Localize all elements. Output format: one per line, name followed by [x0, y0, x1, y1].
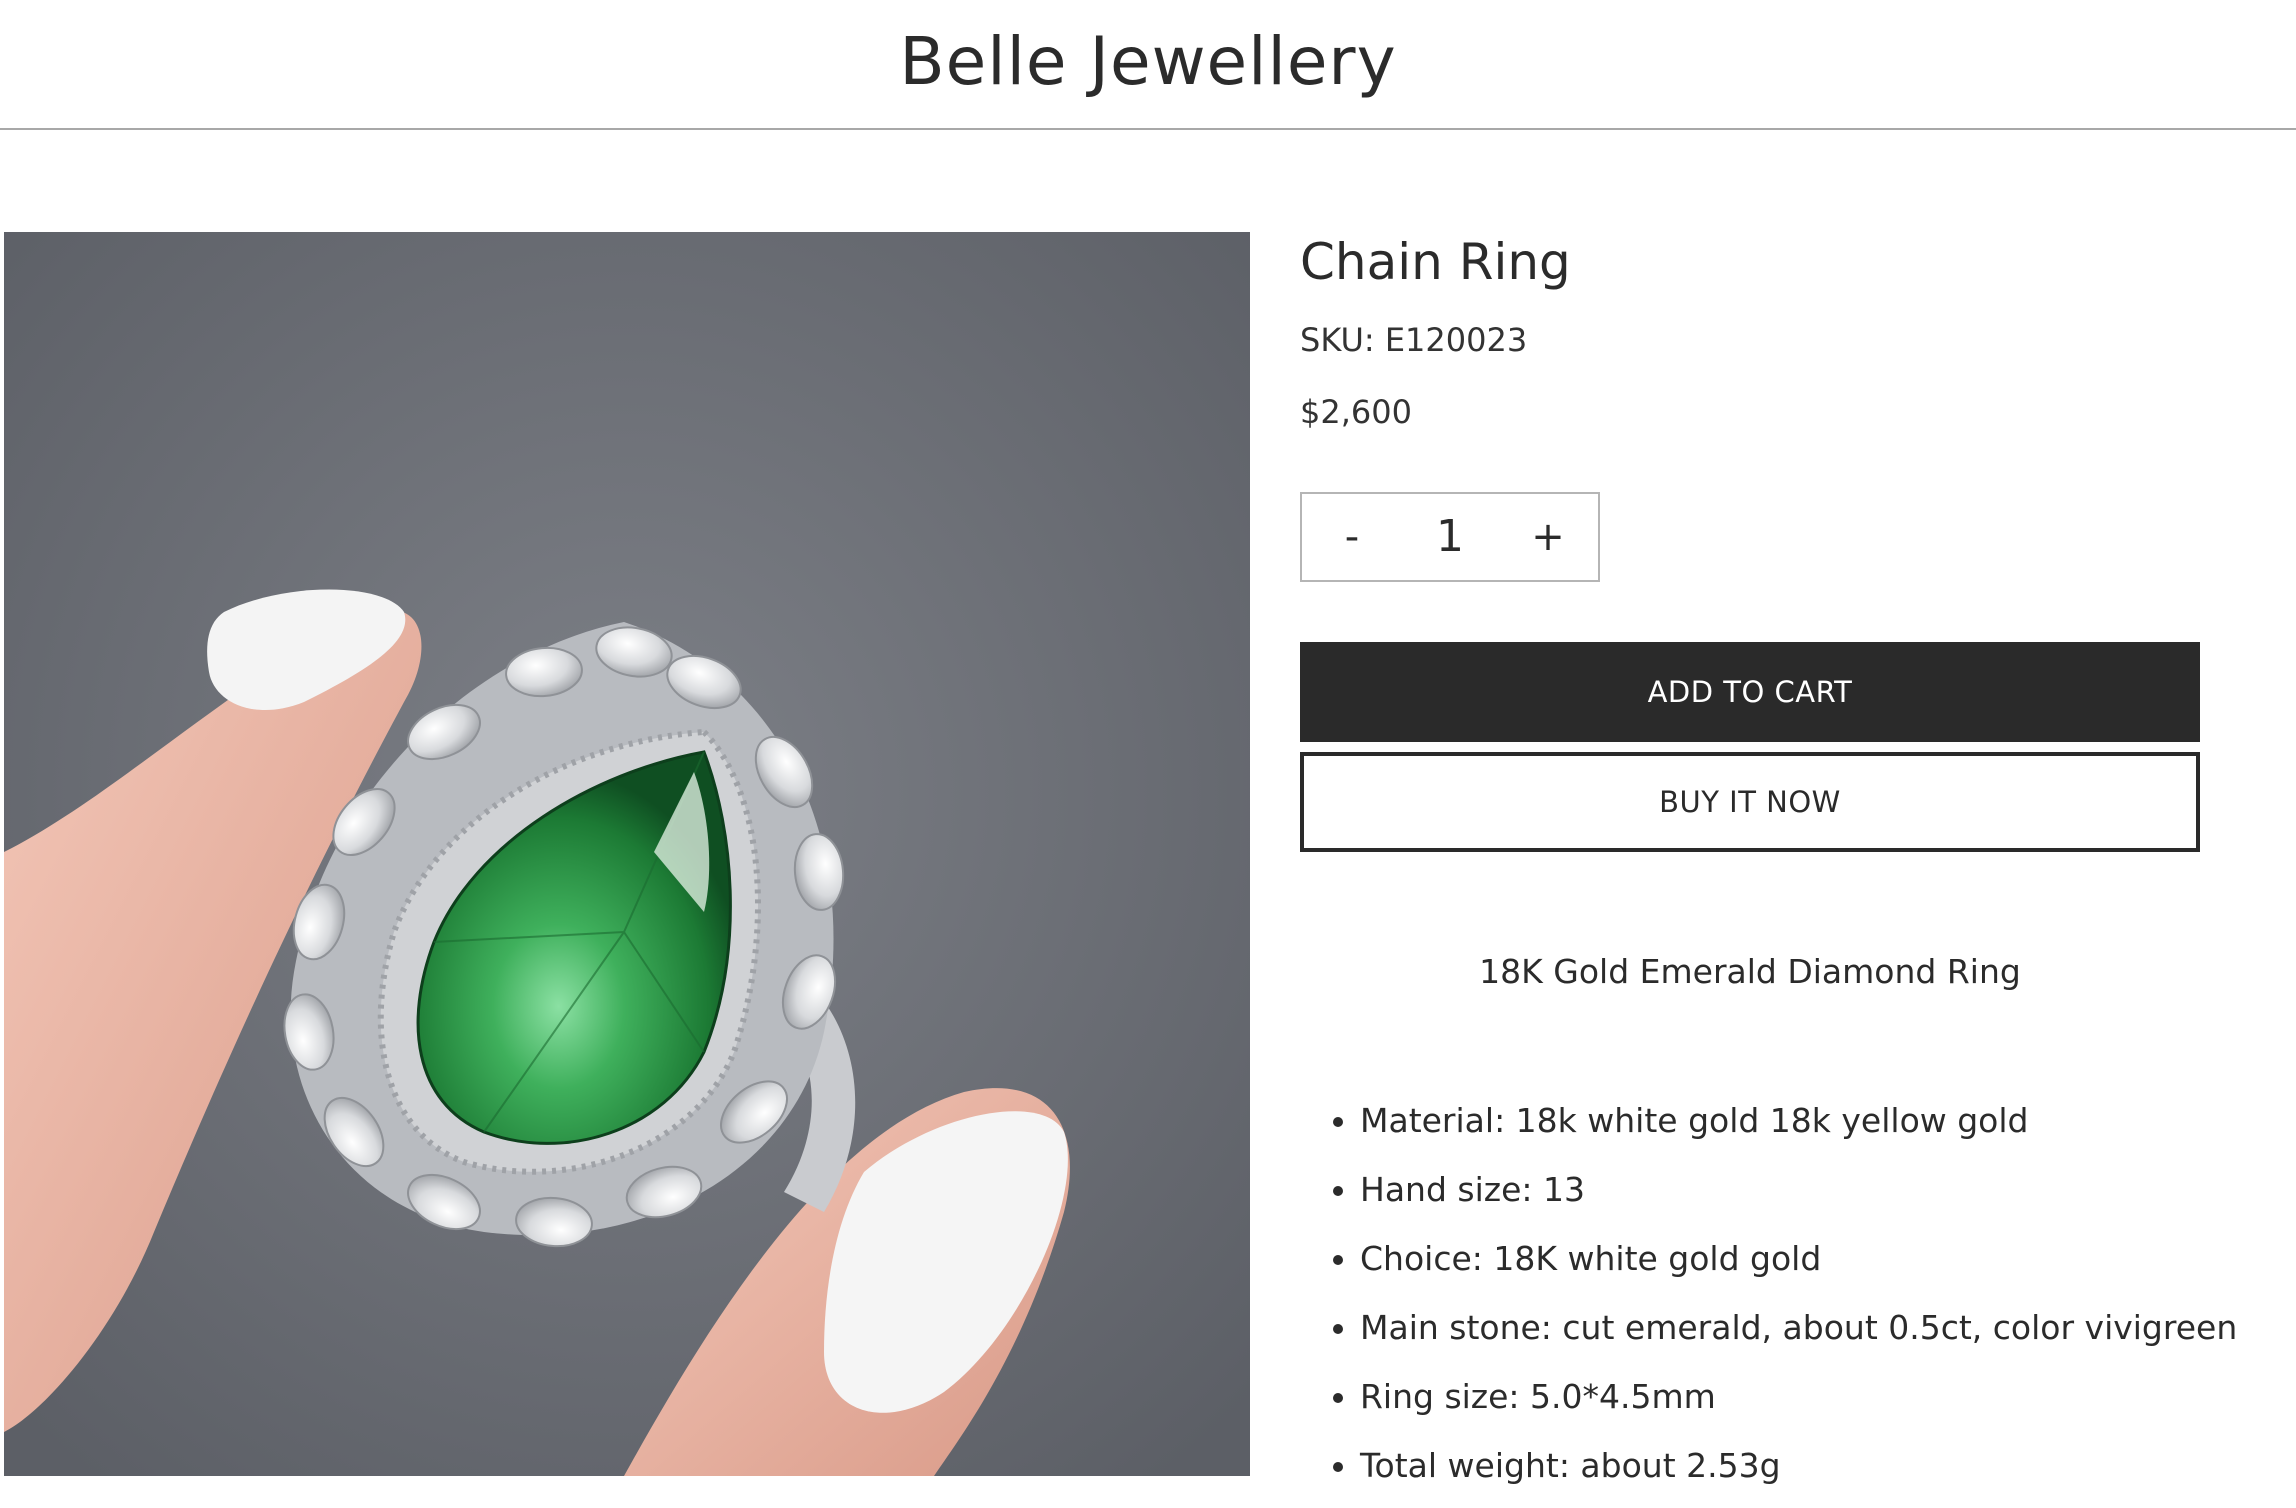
description-heading: 18K Gold Emerald Diamond Ring	[1479, 952, 2021, 991]
spec-item-choice: Choice: 18K white gold gold	[1360, 1224, 2240, 1293]
site-header: Belle Jewellery	[0, 0, 2296, 130]
quantity-input[interactable]: 1	[1402, 494, 1498, 580]
product-price: $2,600	[1300, 393, 1412, 431]
spec-item-material: Material: 18k white gold 18k yellow gold	[1360, 1086, 2240, 1155]
quantity-decrement-button[interactable]: -	[1302, 494, 1402, 580]
product-title: Chain Ring	[1300, 233, 1571, 291]
spec-list: Material: 18k white gold 18k yellow gold…	[1300, 1086, 2240, 1500]
spec-item-main-stone: Main stone: cut emerald, about 0.5ct, co…	[1360, 1293, 2240, 1362]
quantity-stepper: - 1 +	[1300, 492, 1600, 582]
spec-item-total-weight: Total weight: about 2.53g	[1360, 1431, 2240, 1500]
spec-item-ring-size: Ring size: 5.0*4.5mm	[1360, 1362, 2240, 1431]
brand-logo[interactable]: Belle Jewellery	[0, 20, 2296, 104]
spec-item-hand-size: Hand size: 13	[1360, 1155, 2240, 1224]
add-to-cart-button[interactable]: ADD TO CART	[1300, 642, 2200, 742]
product-sku: SKU: E120023	[1300, 321, 1528, 359]
product-image[interactable]	[4, 232, 1250, 1476]
buy-it-now-button[interactable]: BUY IT NOW	[1300, 752, 2200, 852]
quantity-increment-button[interactable]: +	[1498, 494, 1598, 580]
product-photo	[4, 232, 1250, 1476]
